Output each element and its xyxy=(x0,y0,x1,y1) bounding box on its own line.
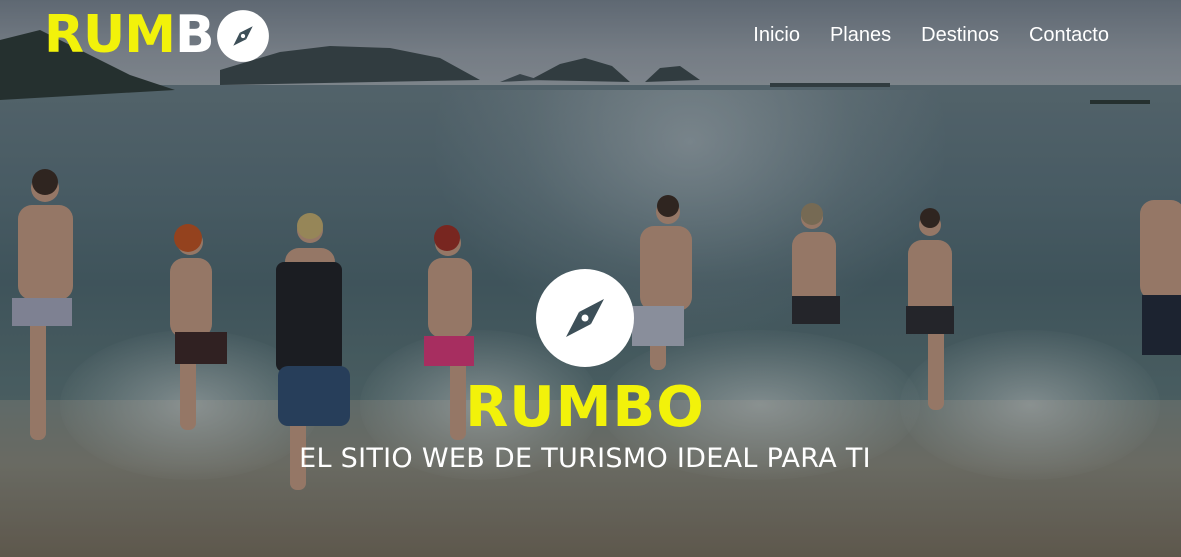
hero-subtitle: EL SITIO WEB DE TURISMO IDEAL PARA TI xyxy=(299,443,871,474)
compass-icon xyxy=(536,269,634,367)
hero-title: RUMBO xyxy=(465,375,705,440)
nav-links: Inicio Planes Destinos Contacto xyxy=(753,24,1109,47)
nav-link-contacto[interactable]: Contacto xyxy=(1029,24,1109,47)
nav-link-inicio[interactable]: Inicio xyxy=(753,24,800,47)
nav-link-destinos[interactable]: Destinos xyxy=(921,24,999,47)
brand-logo[interactable]: RUM B xyxy=(44,4,270,66)
compass-icon xyxy=(216,10,269,62)
hero-section: RUMBO EL SITIO WEB DE TURISMO IDEAL PARA… xyxy=(0,268,1170,476)
navbar: RUM B Inicio Planes Destinos Contacto xyxy=(0,0,1181,80)
nav-link-planes[interactable]: Planes xyxy=(830,24,891,47)
logo-text-part-b: B xyxy=(175,5,215,65)
logo-text-part-a: RUM xyxy=(44,5,176,65)
